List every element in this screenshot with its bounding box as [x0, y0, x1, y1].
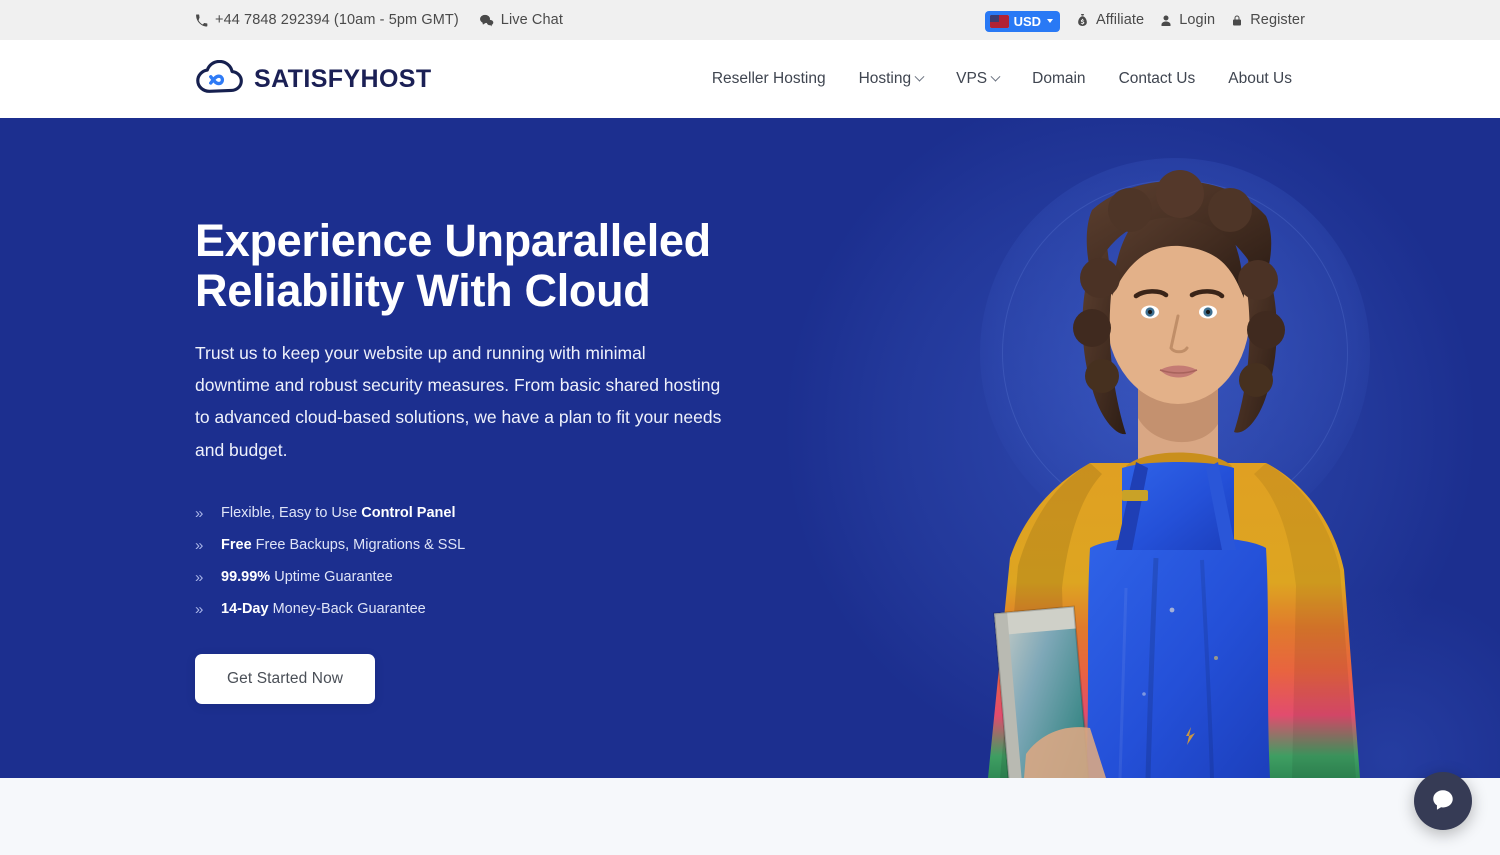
nav-item-hosting[interactable]: Hosting [858, 70, 925, 88]
brand-name: SATISFYHOST [254, 64, 432, 93]
login-link[interactable]: Login [1160, 12, 1215, 28]
hero-title-line-1: Experience Unparalleled [195, 215, 711, 266]
money-bag-icon [1076, 13, 1089, 27]
chevron-down-icon [1047, 19, 1054, 23]
page-title: Experience Unparalleled Reliability With… [195, 216, 740, 315]
nav-label: About Us [1228, 70, 1292, 87]
nav-item-domain[interactable]: Domain [1032, 70, 1085, 88]
phone-icon [195, 14, 208, 27]
main-navigation: Reseller Hosting Hosting VPS Domain Cont… [712, 70, 1292, 88]
nav-label: Reseller Hosting [711, 70, 826, 87]
affiliate-link[interactable]: Affiliate [1076, 12, 1144, 28]
topbar-account-group: USD Affiliate Login Register [984, 10, 1305, 32]
hero-section: Experience Unparalleled Reliability With… [0, 118, 1500, 778]
nav-label: Domain [1032, 70, 1086, 87]
lock-icon [1231, 14, 1243, 27]
double-chevron-icon: » [195, 536, 203, 554]
live-chat-widget-button[interactable] [1414, 772, 1472, 830]
chat-bubbles-icon [479, 14, 494, 27]
top-utility-bar: +44 7848 292394 (10am - 5pm GMT) Live Ch… [0, 0, 1500, 40]
site-header: SATISFYHOST Reseller Hosting Hosting VPS… [0, 40, 1500, 118]
list-item: » Flexible, Easy to Use Control Panel [195, 498, 740, 530]
feature-text: Flexible, Easy to Use Control Panel [221, 505, 456, 522]
phone-link[interactable]: +44 7848 292394 (10am - 5pm GMT) [195, 12, 459, 28]
login-text: Login [1179, 12, 1216, 28]
nav-item-about-us[interactable]: About Us [1228, 70, 1292, 88]
hero-subtitle: Trust us to keep your website up and run… [195, 343, 722, 460]
hero-title-line-2: Reliability With Cloud [195, 264, 651, 316]
us-flag-icon [989, 14, 1009, 28]
affiliate-text: Affiliate [1096, 12, 1145, 28]
nav-label: Hosting [858, 70, 912, 87]
live-chat-link[interactable]: Live Chat [479, 12, 563, 28]
double-chevron-icon: » [195, 568, 203, 586]
live-chat-text: Live Chat [500, 12, 563, 28]
cloud-infinity-logo [195, 59, 245, 99]
double-chevron-icon: » [195, 504, 203, 522]
hero-content: Experience Unparalleled Reliability With… [0, 118, 1500, 778]
currency-selector[interactable]: USD [984, 10, 1061, 32]
chevron-down-icon [990, 71, 1001, 82]
list-item: » 99.99% Uptime Guarantee [195, 562, 740, 594]
user-icon [1160, 14, 1172, 27]
nav-item-reseller-hosting[interactable]: Reseller Hosting [712, 70, 826, 88]
chat-bubble-icon [1430, 787, 1456, 816]
feature-text: 14-Day Money-Back Guarantee [221, 601, 426, 618]
chevron-down-icon [914, 71, 925, 82]
list-item: » 14-Day Money-Back Guarantee [195, 594, 740, 626]
register-link[interactable]: Register [1231, 12, 1305, 28]
nav-item-contact-us[interactable]: Contact Us [1119, 70, 1196, 88]
phone-text: +44 7848 292394 (10am - 5pm GMT) [215, 12, 459, 28]
nav-item-vps[interactable]: VPS [956, 70, 1001, 88]
double-chevron-icon: » [195, 600, 203, 618]
topbar-contact-group: +44 7848 292394 (10am - 5pm GMT) Live Ch… [195, 12, 563, 28]
get-started-button[interactable]: Get Started Now [195, 653, 376, 704]
list-item: » Free Free Backups, Migrations & SSL [195, 530, 740, 562]
hero-feature-list: » Flexible, Easy to Use Control Panel » … [195, 498, 740, 626]
below-hero-section [0, 778, 1500, 855]
feature-text: 99.99% Uptime Guarantee [221, 569, 393, 586]
logo-link[interactable]: SATISFYHOST [195, 59, 432, 99]
nav-label: VPS [956, 70, 988, 87]
nav-label: Contact Us [1118, 70, 1196, 87]
currency-label: USD [1013, 13, 1042, 29]
hero-copy-block: Experience Unparalleled Reliability With… [195, 118, 740, 704]
feature-text: Free Free Backups, Migrations & SSL [221, 537, 466, 554]
register-text: Register [1250, 12, 1305, 28]
